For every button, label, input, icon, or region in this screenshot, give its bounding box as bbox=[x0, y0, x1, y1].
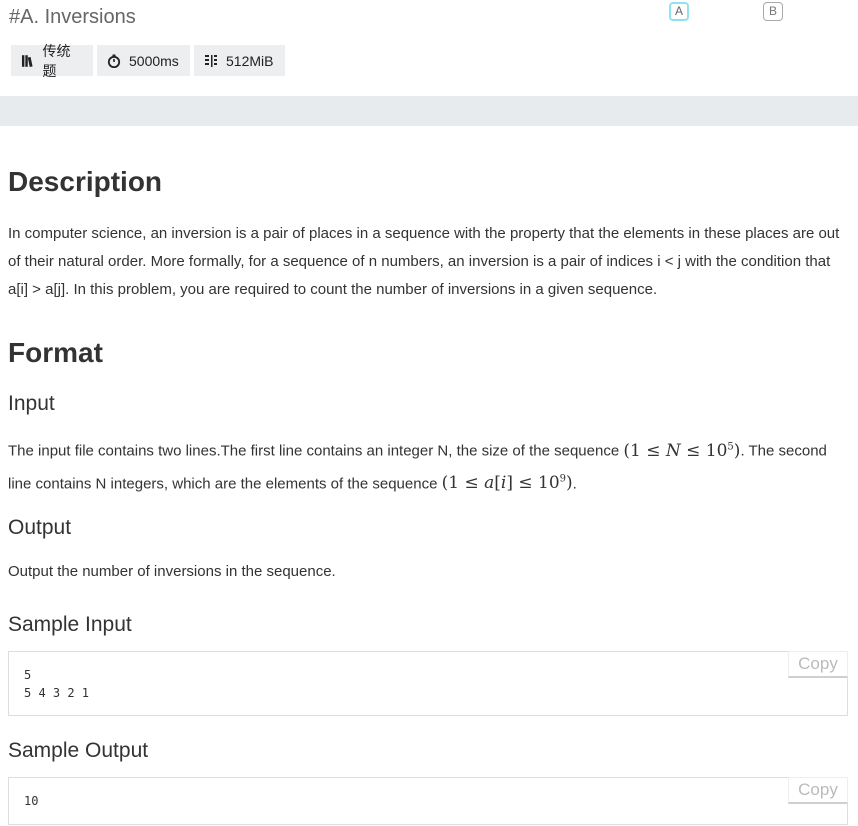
header-divider-band bbox=[0, 96, 858, 126]
memory-limit-value: 512MiB bbox=[226, 52, 274, 69]
output-heading: Output bbox=[8, 516, 72, 539]
time-limit-value: 5000ms bbox=[129, 52, 179, 69]
stopwatch-icon bbox=[107, 54, 121, 68]
problem-type-tag: 传统题 bbox=[11, 43, 93, 79]
time-limit-tag: 5000ms bbox=[97, 45, 190, 76]
input-description: The input file contains two lines.The fi… bbox=[8, 433, 850, 498]
tab-problem-a[interactable]: A bbox=[669, 2, 689, 21]
memory-limit-tag: 512MiB bbox=[194, 45, 285, 76]
sample-output-code[interactable]: 10 bbox=[9, 792, 847, 810]
format-heading: Format bbox=[8, 337, 103, 368]
tab-problem-b[interactable]: B bbox=[763, 2, 783, 21]
copy-sample-input-button[interactable]: Copy bbox=[788, 651, 848, 678]
sample-output-heading: Sample Output bbox=[8, 739, 149, 762]
copy-sample-output-button[interactable]: Copy bbox=[788, 777, 848, 804]
input-text-part-1: The input file contains two lines.The fi… bbox=[8, 442, 620, 460]
sample-input-code[interactable]: 5 5 4 3 2 1 bbox=[9, 666, 847, 702]
n-constraint-formula: (1 ≤ N ≤ 105) bbox=[623, 440, 741, 461]
sample-input-heading: Sample Input bbox=[8, 613, 132, 636]
problem-title: #A. Inversions bbox=[9, 6, 136, 28]
problem-type-label: 传统题 bbox=[42, 42, 71, 79]
description-text: In computer science, an inversion is a p… bbox=[8, 225, 840, 298]
input-text-part-3: . bbox=[572, 475, 577, 493]
a-constraint-formula: (1 ≤ a[i] ≤ 109) bbox=[441, 473, 573, 494]
output-description: Output the number of inversions in the s… bbox=[8, 563, 336, 580]
description-heading: Description bbox=[8, 166, 163, 197]
sample-input-box: 5 5 4 3 2 1 Copy bbox=[8, 651, 848, 716]
book-icon bbox=[21, 54, 33, 67]
input-heading: Input bbox=[8, 392, 55, 415]
memory-icon bbox=[205, 54, 217, 67]
problem-header: #A. Inversions A B 传统题 5000ms 512MiB bbox=[0, 0, 858, 96]
sample-output-box: 10 Copy bbox=[8, 777, 848, 825]
